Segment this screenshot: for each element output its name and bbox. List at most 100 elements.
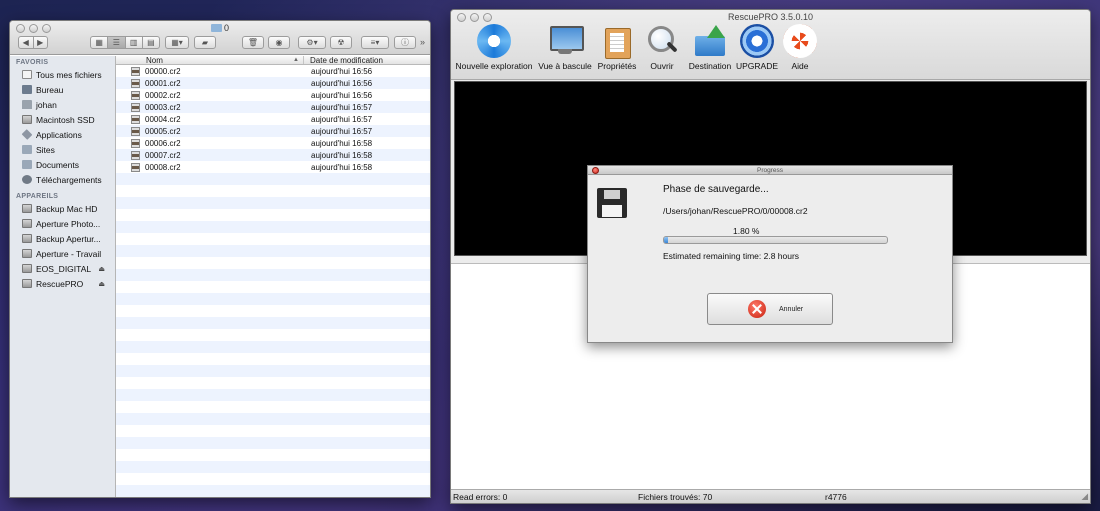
toggle-view-button[interactable]: Vue à bascule bbox=[535, 24, 595, 71]
drive-icon bbox=[22, 234, 32, 243]
table-row[interactable]: 00008.cr2 aujourd'hui 16:58 bbox=[116, 161, 430, 173]
view-mode-segmented[interactable]: ▦ ☰ ▥ ▤ bbox=[90, 36, 160, 49]
file-name: 00006.cr2 bbox=[145, 138, 181, 148]
home-icon bbox=[22, 100, 32, 109]
burn-icon: ☢ bbox=[337, 38, 345, 47]
sidebar-item-desktop[interactable]: Bureau bbox=[10, 82, 115, 97]
sidebar-item-label: EOS_DIGITAL bbox=[36, 263, 92, 274]
file-name: 00002.cr2 bbox=[145, 90, 181, 100]
properties-button[interactable]: Propriétés bbox=[595, 24, 639, 71]
sidebar-item-device[interactable]: Backup Apertur... bbox=[10, 231, 115, 246]
file-date: aujourd'hui 16:56 bbox=[311, 66, 373, 76]
table-row[interactable]: 00003.cr2 aujourd'hui 16:57 bbox=[116, 101, 430, 113]
file-list: Nom ▲ Date de modification 00000.cr2 aujou… bbox=[116, 56, 430, 497]
info-button[interactable]: ⓘ bbox=[394, 36, 416, 49]
upgrade-button[interactable]: UPGRADE bbox=[735, 24, 779, 71]
file-name: 00004.cr2 bbox=[145, 114, 181, 124]
sidebar-item-label: Téléchargements bbox=[36, 174, 102, 185]
trash-button[interactable]: 🗑 bbox=[242, 36, 264, 49]
back-forward-buttons[interactable]: ◀ ▶ bbox=[18, 36, 48, 49]
progress-bar-fill bbox=[664, 237, 669, 243]
list-view-icon[interactable]: ☰ bbox=[108, 37, 126, 48]
toolbar-overflow-icon[interactable]: » bbox=[420, 37, 425, 47]
help-button[interactable]: Aide bbox=[779, 24, 821, 71]
action-button[interactable]: ⚙▾ bbox=[298, 36, 326, 49]
sidebar-item-all-files[interactable]: Tous mes fichiers bbox=[10, 67, 115, 82]
table-row[interactable]: 00004.cr2 aujourd'hui 16:57 bbox=[116, 113, 430, 125]
destination-folder-icon bbox=[693, 24, 727, 58]
sidebar-heading-favorites: FAVORIS bbox=[16, 59, 49, 66]
sidebar-item-home[interactable]: johan bbox=[10, 97, 115, 112]
file-date: aujourd'hui 16:58 bbox=[311, 138, 373, 148]
drive-icon bbox=[22, 279, 32, 288]
table-row[interactable]: 00006.cr2 aujourd'hui 16:58 bbox=[116, 137, 430, 149]
back-arrow-icon[interactable]: ◀ bbox=[19, 37, 34, 48]
sidebar-item-sites[interactable]: Sites bbox=[10, 142, 115, 157]
eject-icon[interactable]: ⏏ bbox=[98, 280, 105, 288]
file-name: 00008.cr2 bbox=[145, 162, 181, 172]
window-title: RescuePRO 3.5.0.10 bbox=[727, 12, 814, 22]
sidebar-item-label: johan bbox=[36, 99, 57, 110]
sidebar-item-device[interactable]: RescuePRO ⏏ bbox=[10, 276, 115, 291]
cr2-file-icon bbox=[131, 114, 140, 124]
gear-icon: ⚙▾ bbox=[306, 38, 318, 47]
sidebar-item-downloads[interactable]: Téléchargements bbox=[10, 172, 115, 187]
table-row[interactable]: 00002.cr2 aujourd'hui 16:56 bbox=[116, 89, 430, 101]
file-rows: 00000.cr2 aujourd'hui 16:56 00001.cr2 aujo… bbox=[116, 65, 430, 497]
sidebar-item-device[interactable]: Aperture - Travail bbox=[10, 246, 115, 261]
clipboard-icon bbox=[600, 24, 634, 59]
table-row[interactable]: 00005.cr2 aujourd'hui 16:57 bbox=[116, 125, 430, 137]
file-name: 00003.cr2 bbox=[145, 102, 181, 112]
table-row[interactable]: 00000.cr2 aujourd'hui 16:56 bbox=[116, 65, 430, 77]
new-folder-button[interactable]: ▰ bbox=[194, 36, 216, 49]
coverflow-view-icon[interactable]: ▤ bbox=[143, 37, 159, 48]
new-scan-button[interactable]: Nouvelle exploration bbox=[453, 24, 535, 71]
file-date: aujourd'hui 16:58 bbox=[311, 162, 373, 172]
folder-icon bbox=[210, 24, 222, 32]
toolbar-label: Nouvelle exploration bbox=[455, 61, 533, 71]
file-date: aujourd'hui 16:57 bbox=[311, 114, 373, 124]
sidebar-item-macintosh-ssd[interactable]: Macintosh SSD bbox=[10, 112, 115, 127]
icon-view-icon[interactable]: ▦ bbox=[91, 37, 109, 48]
table-row[interactable]: 00001.cr2 aujourd'hui 16:56 bbox=[116, 77, 430, 89]
burn-button[interactable]: ☢ bbox=[330, 36, 352, 49]
toolbar-label: Destination bbox=[688, 61, 732, 71]
destination-button[interactable]: Destination bbox=[685, 24, 735, 71]
cr2-file-icon bbox=[131, 150, 140, 160]
toolbar-label: Aide bbox=[791, 61, 809, 71]
sidebar-item-device[interactable]: Backup Mac HD bbox=[10, 201, 115, 216]
window-title-text: 0 bbox=[223, 23, 229, 33]
dialog-title: Progress bbox=[756, 167, 783, 174]
column-header-date-label: Date de modification bbox=[310, 56, 383, 65]
column-view-icon[interactable]: ▥ bbox=[126, 37, 143, 48]
sidebar-item-applications[interactable]: Applications bbox=[10, 127, 115, 142]
file-date: aujourd'hui 16:56 bbox=[311, 78, 373, 88]
upgrade-icon bbox=[740, 24, 774, 58]
forward-arrow-icon[interactable]: ▶ bbox=[34, 37, 48, 48]
sort-button[interactable]: ≡▾ bbox=[361, 36, 389, 49]
finder-window: 0 ◀ ▶ ▦ ☰ ▥ ▤ ▦▾ ▰ 🗑 ◉ ⚙▾ ☢ ≡▾ ⓘ » FAVOR… bbox=[9, 20, 431, 498]
sidebar-item-label: Applications bbox=[36, 129, 82, 140]
cr2-file-icon bbox=[131, 162, 140, 172]
arrange-button[interactable]: ▦▾ bbox=[165, 36, 189, 49]
column-header-date[interactable]: Date de modification bbox=[304, 56, 430, 65]
progress-bar bbox=[663, 236, 888, 244]
open-button[interactable]: Ouvrir bbox=[639, 24, 685, 71]
sidebar-item-label: Aperture Photo... bbox=[36, 218, 101, 229]
sidebar-item-device[interactable]: EOS_DIGITAL ⏏ bbox=[10, 261, 115, 276]
file-name: 00007.cr2 bbox=[145, 150, 181, 160]
cr2-file-icon bbox=[131, 102, 140, 112]
arrange-icon: ▦▾ bbox=[171, 38, 183, 47]
eject-icon[interactable]: ⏏ bbox=[98, 265, 105, 273]
finder-toolbar: ◀ ▶ ▦ ☰ ▥ ▤ ▦▾ ▰ 🗑 ◉ ⚙▾ ☢ ≡▾ ⓘ » bbox=[10, 35, 430, 51]
quicklook-button[interactable]: ◉ bbox=[268, 36, 290, 49]
column-header-name[interactable]: Nom ▲ bbox=[116, 56, 304, 65]
downloads-icon bbox=[22, 175, 32, 184]
sidebar-item-device[interactable]: Aperture Photo... bbox=[10, 216, 115, 231]
sidebar-item-documents[interactable]: Documents bbox=[10, 157, 115, 172]
resize-grip-icon[interactable]: ◢ bbox=[1081, 491, 1088, 502]
cancel-button[interactable]: Annuler bbox=[707, 293, 833, 325]
progress-percent: 1.80 % bbox=[733, 226, 760, 236]
sidebar-item-label: Aperture - Travail bbox=[36, 248, 102, 259]
table-row[interactable]: 00007.cr2 aujourd'hui 16:58 bbox=[116, 149, 430, 161]
